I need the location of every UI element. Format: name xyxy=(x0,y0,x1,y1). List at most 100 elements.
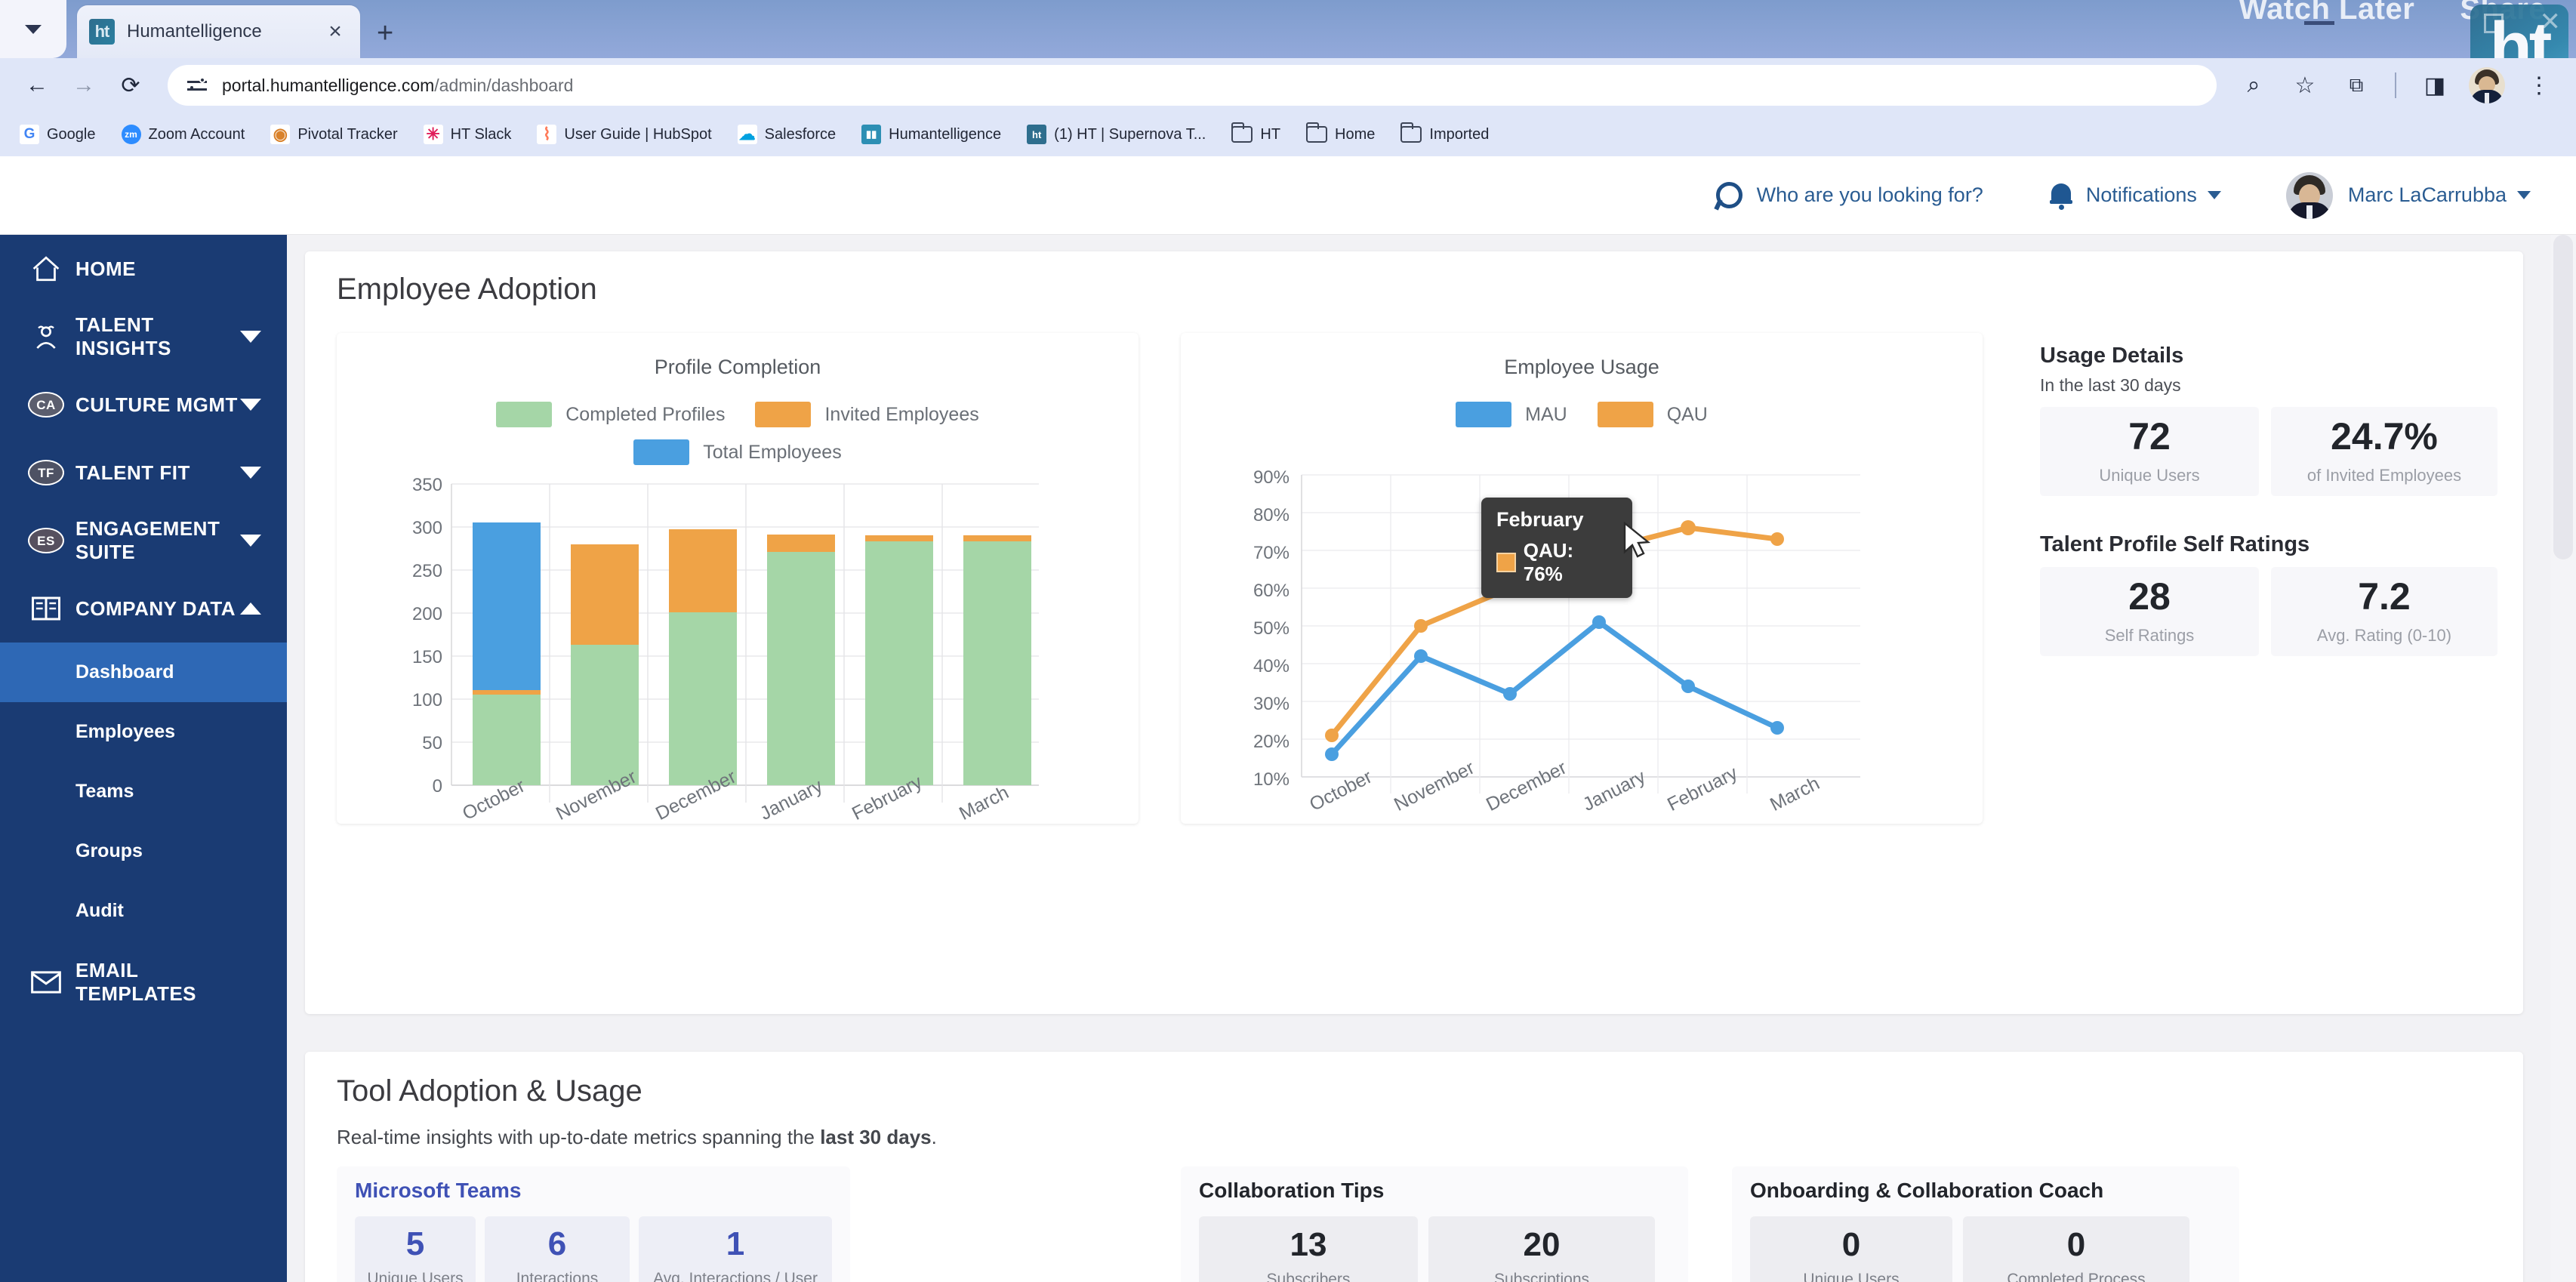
bookmark-label: Google xyxy=(47,125,96,143)
usage-details-subtitle: In the last 30 days xyxy=(2040,375,2181,395)
sidebar-subitem-teams[interactable]: Teams xyxy=(0,762,287,821)
side-panel-icon[interactable]: ◨ xyxy=(2411,62,2458,109)
employee-usage-plot: 90% 80% 70% 60% 50% 40% 30% 20% 10% Febr… xyxy=(1181,333,1983,824)
bookmark-item[interactable]: ▮▮ Humantelligence xyxy=(861,125,1001,144)
stat-caption: of Invited Employees xyxy=(2306,466,2462,485)
stat-caption: Self Ratings xyxy=(2104,626,2195,645)
back-icon[interactable]: ← xyxy=(14,62,60,109)
browser-tab-strip: ht Humantelligence × + xyxy=(0,0,2576,58)
extensions-icon[interactable]: ⧉ xyxy=(2333,62,2380,109)
employee-adoption-card: Employee Adoption Profile Completion Com… xyxy=(305,251,2523,1014)
browser-profile-avatar[interactable] xyxy=(2469,67,2505,103)
sidebar-subitem-label: Dashboard xyxy=(75,661,174,683)
tool-stat-card: 13 Subscribers xyxy=(1199,1216,1418,1282)
tool-stat-caption: Avg. Interactions / User xyxy=(653,1270,818,1282)
logo-square-icon xyxy=(2484,14,2504,33)
bookmark-star-icon[interactable]: ☆ xyxy=(2282,62,2328,109)
stat-card: 72 Unique Users xyxy=(2040,407,2259,496)
folder-icon xyxy=(1306,122,1328,143)
salesforce-icon: ☁ xyxy=(737,125,757,144)
close-icon[interactable]: × xyxy=(322,20,348,43)
tool-stat-caption: Completed Process xyxy=(2007,1271,2146,1282)
zoom-icon[interactable]: ⌕ xyxy=(2230,62,2277,109)
tool-stat-card: 1 Avg. Interactions / User xyxy=(639,1216,832,1282)
tool-group-title: Onboarding & Collaboration Coach xyxy=(1750,1179,2104,1202)
bookmark-folder[interactable]: Imported xyxy=(1400,122,1489,143)
tool-stat-caption: Subscriptions xyxy=(1493,1271,1590,1282)
tool-adoption-subtitle: Real-time insights with up-to-date metri… xyxy=(337,1126,937,1149)
tool-stat-card: 20 Subscriptions xyxy=(1428,1216,1655,1282)
tool-stat-value: 13 xyxy=(1290,1226,1327,1263)
bookmark-item[interactable]: ◉ Pivotal Tracker xyxy=(270,125,398,144)
browser-tab-active[interactable]: ht Humantelligence × xyxy=(77,5,360,58)
forward-icon[interactable]: → xyxy=(60,62,107,109)
chevron-down-icon xyxy=(2517,191,2531,199)
bookmark-item[interactable]: ✳ HT Slack xyxy=(423,125,512,144)
tool-stat-card: 5 Unique Users xyxy=(355,1216,476,1282)
chrome-menu-icon[interactable]: ⋮ xyxy=(2516,62,2562,109)
sidebar-item-culture-mgmt[interactable]: CA CULTURE MGMT xyxy=(0,371,287,439)
bookmark-folder[interactable]: Home xyxy=(1306,122,1375,143)
bookmark-label: Pivotal Tracker xyxy=(297,125,398,143)
chevron-up-icon xyxy=(240,602,261,615)
tab-search-button[interactable] xyxy=(0,0,66,58)
search-people-button[interactable]: Who are you looking for? xyxy=(1713,180,1983,211)
site-settings-icon[interactable] xyxy=(187,76,207,95)
sidebar-item-engagement-suite[interactable]: ES ENGAGEMENT SUITE xyxy=(0,507,287,575)
tool-stat-card: 0 Completed Process xyxy=(1963,1216,2189,1282)
slack-icon: ✳ xyxy=(423,125,443,144)
tooltip-row: QAU: 76% xyxy=(1496,539,1617,586)
tool-stat-card: 6 Interactions xyxy=(485,1216,630,1282)
bookmark-item[interactable]: G Google xyxy=(20,125,96,144)
page-scrollbar[interactable] xyxy=(2550,235,2576,1282)
bookmark-item[interactable]: ht (1) HT | Supernova T... xyxy=(1027,125,1206,144)
new-tab-button[interactable]: + xyxy=(377,19,393,58)
bookmark-label: HT xyxy=(1260,125,1281,143)
bookmark-item[interactable]: ⌇ User Guide | HubSpot xyxy=(537,125,712,144)
sidebar-item-label: EMAIL TEMPLATES xyxy=(75,959,197,1005)
bookmark-folder[interactable]: HT xyxy=(1231,122,1281,143)
stat-caption: Avg. Rating (0-10) xyxy=(2316,626,2452,645)
bookmark-item[interactable]: zm Zoom Account xyxy=(121,125,245,144)
stat-value: 28 xyxy=(2128,575,2171,618)
sidebar-item-label: TALENT INSIGHTS xyxy=(75,313,171,359)
window-minimize-button[interactable] xyxy=(2304,21,2350,29)
sidebar-item-talent-fit[interactable]: TF TALENT FIT xyxy=(0,439,287,507)
folder-icon xyxy=(1400,122,1422,143)
self-ratings-title: Talent Profile Self Ratings xyxy=(2040,532,2310,556)
tool-stat-value: 1 xyxy=(726,1225,745,1262)
sidebar-subitem-dashboard[interactable]: Dashboard xyxy=(0,643,287,702)
sidebar-subitem-audit[interactable]: Audit xyxy=(0,881,287,941)
address-bar[interactable]: portal.humantelligence.com/admin/dashboa… xyxy=(168,65,2217,106)
tool-adoption-card: Tool Adoption & Usage Real-time insights… xyxy=(305,1052,2523,1282)
stat-value: 7.2 xyxy=(2358,575,2411,618)
user-name-label: Marc LaCarrubba xyxy=(2347,183,2507,206)
chevron-down-icon xyxy=(2207,191,2221,199)
tool-stat-caption: Subscribers xyxy=(1266,1271,1351,1282)
stat-value: 72 xyxy=(2128,415,2171,458)
bookmark-label: HT Slack xyxy=(450,125,512,143)
sidebar-item-talent-insights[interactable]: TALENT INSIGHTS xyxy=(0,303,287,371)
self-ratings-panel: Talent Profile Self Ratings 28 Self Rati… xyxy=(2022,522,2522,748)
pivotal-icon: ◉ xyxy=(270,125,291,144)
tool-stat-card: 0 Unique Users xyxy=(1750,1216,1952,1282)
user-menu[interactable]: Marc LaCarrubba xyxy=(2285,171,2531,219)
subtitle-suffix: . xyxy=(931,1126,937,1148)
chevron-down-icon xyxy=(25,24,42,34)
stat-card: 7.2 Avg. Rating (0-10) xyxy=(2271,567,2497,656)
sidebar-subitem-employees[interactable]: Employees xyxy=(0,702,287,762)
engagement-suite-icon: ES xyxy=(26,528,66,553)
sidebar-item-email-templates[interactable]: EMAIL TEMPLATES xyxy=(0,948,287,1016)
profile-completion-panel: Profile Completion Completed Profiles In… xyxy=(337,333,1139,824)
notifications-menu[interactable]: Notifications xyxy=(2048,180,2221,211)
close-icon[interactable]: ✕ xyxy=(2540,9,2562,35)
scrollbar-thumb[interactable] xyxy=(2553,235,2573,559)
sidebar-subitem-groups[interactable]: Groups xyxy=(0,821,287,881)
reload-icon[interactable]: ⟳ xyxy=(107,62,154,109)
sidebar-item-company-data[interactable]: COMPANY DATA xyxy=(0,575,287,643)
stat-card: 24.7% of Invited Employees xyxy=(2271,407,2497,496)
bookmark-item[interactable]: ☁ Salesforce xyxy=(737,125,837,144)
sidebar-item-home[interactable]: HOME xyxy=(0,235,287,303)
tool-stat-caption: Interactions xyxy=(516,1270,599,1282)
bookmark-label: Salesforce xyxy=(764,125,837,143)
